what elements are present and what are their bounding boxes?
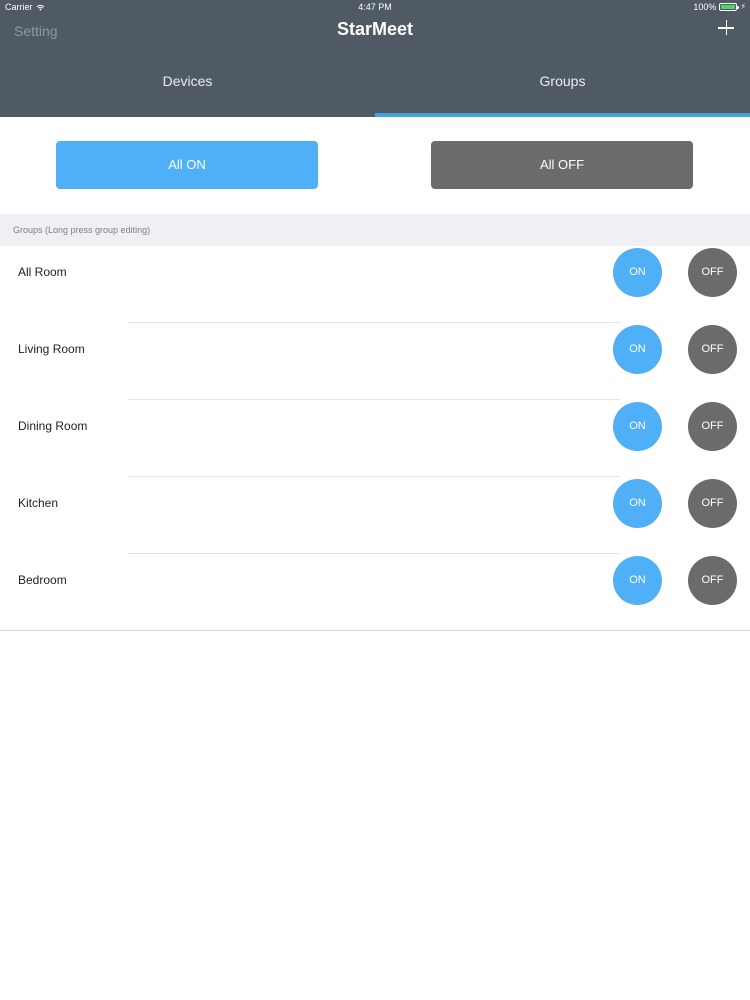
group-list: All Room ON OFF Living Room ON OFF Dinin… (0, 246, 750, 631)
group-name: Kitchen (18, 496, 59, 510)
group-name: Living Room (18, 342, 85, 356)
group-on-button[interactable]: ON (613, 479, 662, 528)
group-on-button[interactable]: ON (613, 248, 662, 297)
battery-icon (719, 3, 740, 11)
group-off-button[interactable]: OFF (688, 402, 737, 451)
group-row-dining-room[interactable]: Dining Room ON OFF (0, 400, 750, 477)
group-off-button[interactable]: OFF (688, 479, 737, 528)
group-on-button[interactable]: ON (613, 402, 662, 451)
group-name: Dining Room (18, 419, 88, 433)
tab-groups-label: Groups (539, 73, 586, 89)
group-row-kitchen[interactable]: Kitchen ON OFF (0, 477, 750, 554)
status-battery: 100% ⚡ (693, 2, 746, 12)
add-icon[interactable] (718, 19, 736, 37)
tab-bar: Devices Groups (0, 60, 750, 117)
tab-devices[interactable]: Devices (0, 60, 375, 117)
group-name: All Room (18, 265, 67, 279)
page-title: StarMeet (336, 19, 414, 39)
group-row-bedroom[interactable]: Bedroom ON OFF (0, 554, 750, 631)
group-off-button[interactable]: OFF (688, 556, 737, 605)
all-controls: All ON All OFF (0, 117, 750, 214)
list-bottom-divider (0, 630, 750, 631)
groups-section-header: Groups (Long press group editing) (0, 214, 750, 246)
header: Carrier 4:47 PM 100% ⚡ Setting StarMeet … (0, 0, 750, 117)
all-on-button[interactable]: All ON (56, 141, 318, 189)
group-off-button[interactable]: OFF (688, 248, 737, 297)
group-on-button[interactable]: ON (613, 556, 662, 605)
all-off-button[interactable]: All OFF (431, 141, 693, 189)
tab-groups[interactable]: Groups (375, 60, 750, 117)
group-row-all-room[interactable]: All Room ON OFF (0, 246, 750, 323)
status-time: 4:47 PM (358, 2, 392, 12)
charging-bolt-icon: ⚡ (740, 2, 746, 11)
status-bar: Carrier 4:47 PM 100% ⚡ (0, 0, 750, 14)
group-row-living-room[interactable]: Living Room ON OFF (0, 323, 750, 400)
group-off-button[interactable]: OFF (688, 325, 737, 374)
battery-tip (737, 6, 740, 9)
battery-fill (721, 5, 736, 9)
tab-devices-label: Devices (162, 73, 213, 89)
battery-percent: 100% (693, 2, 717, 12)
group-on-button[interactable]: ON (613, 325, 662, 374)
group-name: Bedroom (18, 573, 67, 587)
